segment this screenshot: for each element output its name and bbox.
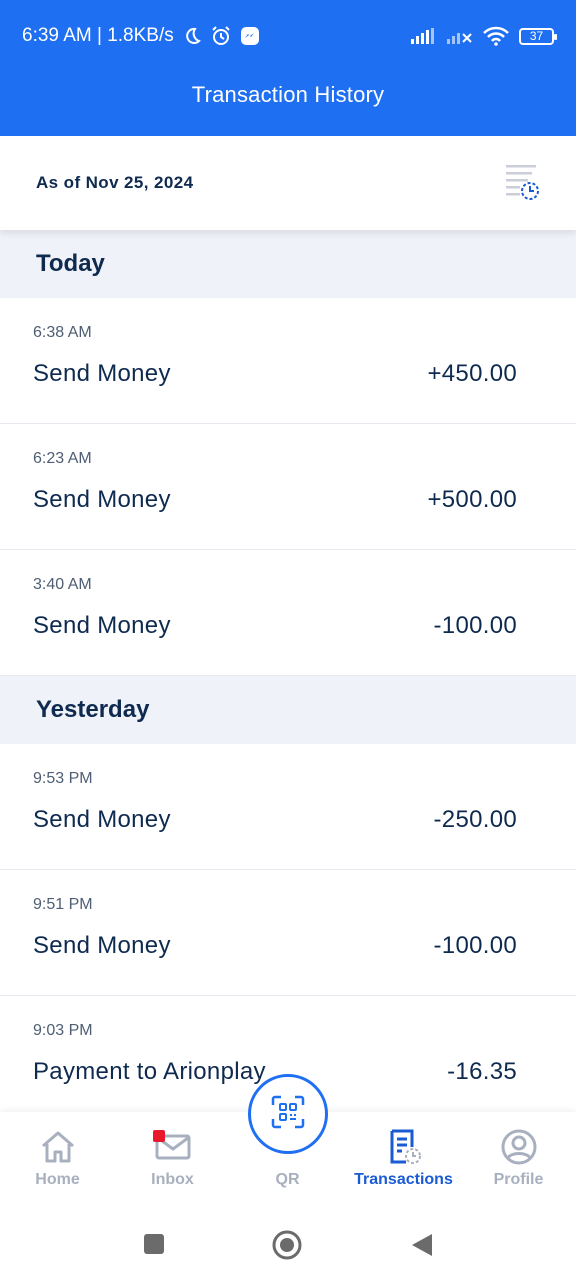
alarm-icon bbox=[210, 25, 232, 47]
inbox-unread-badge bbox=[153, 1130, 165, 1142]
transaction-row[interactable]: 9:51 PM Send Money -100.00 bbox=[0, 870, 576, 996]
transaction-time: 9:53 PM bbox=[33, 770, 93, 787]
recents-button[interactable] bbox=[142, 1232, 166, 1261]
page-title: Transaction History bbox=[191, 82, 385, 107]
transaction-time: 9:03 PM bbox=[33, 1022, 93, 1039]
transaction-name: Send Money bbox=[33, 360, 171, 387]
as-of-bar: As of Nov 25, 2024 bbox=[0, 136, 576, 230]
signal-x-icon bbox=[447, 28, 473, 44]
transaction-amount: +500.00 bbox=[427, 486, 517, 513]
transaction-amount: -100.00 bbox=[433, 612, 517, 639]
transaction-time: 6:23 AM bbox=[33, 450, 92, 467]
transaction-row[interactable]: 9:53 PM Send Money -250.00 bbox=[0, 744, 576, 870]
transaction-time: 6:38 AM bbox=[33, 324, 92, 341]
battery-level: 37 bbox=[529, 29, 544, 43]
moon-icon bbox=[182, 26, 202, 46]
profile-icon bbox=[500, 1128, 538, 1166]
as-of-date: As of Nov 25, 2024 bbox=[36, 173, 194, 192]
status-bar: 6:39 AM | 1.8KB/s 37 bbox=[22, 22, 557, 50]
nav-profile[interactable]: Profile bbox=[461, 1112, 576, 1208]
nav-profile-label: Profile bbox=[493, 1171, 544, 1188]
nav-inbox[interactable]: Inbox bbox=[115, 1112, 230, 1208]
nav-transactions[interactable]: Transactions bbox=[346, 1112, 461, 1208]
messenger-icon bbox=[240, 26, 260, 46]
transaction-amount: -100.00 bbox=[433, 932, 517, 959]
transaction-row[interactable]: 6:23 AM Send Money +500.00 bbox=[0, 424, 576, 550]
transaction-time: 9:51 PM bbox=[33, 896, 93, 913]
transaction-list: Today 6:38 AM Send Money +450.00 6:23 AM… bbox=[0, 230, 576, 1112]
transaction-name: Send Money bbox=[33, 486, 171, 513]
wifi-icon bbox=[483, 26, 509, 46]
app-header: 6:39 AM | 1.8KB/s 37 Transaction History bbox=[0, 0, 576, 136]
back-button[interactable] bbox=[410, 1232, 434, 1263]
nav-qr-label: QR bbox=[275, 1171, 300, 1188]
transactions-icon bbox=[385, 1128, 423, 1166]
home-icon bbox=[39, 1128, 77, 1166]
home-button[interactable] bbox=[272, 1230, 302, 1265]
transaction-time: 3:40 AM bbox=[33, 576, 92, 593]
transaction-name: Send Money bbox=[33, 806, 171, 833]
transaction-amount: +450.00 bbox=[427, 360, 517, 387]
nav-home[interactable]: Home bbox=[0, 1112, 115, 1208]
qr-scan-icon bbox=[271, 1095, 305, 1134]
battery-icon: 37 bbox=[519, 27, 557, 45]
transaction-row[interactable]: 3:40 AM Send Money -100.00 bbox=[0, 550, 576, 676]
nav-transactions-label: Transactions bbox=[354, 1171, 453, 1188]
status-time-speed: 6:39 AM | 1.8KB/s bbox=[22, 25, 174, 46]
signal-icon bbox=[411, 28, 437, 44]
transaction-amount: -250.00 bbox=[433, 806, 517, 833]
transaction-name: Send Money bbox=[33, 932, 171, 959]
section-header-today: Today bbox=[0, 230, 576, 298]
transaction-name: Payment to Arionplay bbox=[33, 1058, 266, 1085]
history-filter-icon[interactable] bbox=[502, 163, 542, 203]
qr-scan-button[interactable] bbox=[248, 1074, 328, 1154]
nav-inbox-label: Inbox bbox=[151, 1171, 194, 1188]
transaction-amount: -16.35 bbox=[447, 1058, 517, 1085]
section-header-yesterday: Yesterday bbox=[0, 676, 576, 744]
system-nav-bar bbox=[0, 1208, 576, 1280]
transaction-name: Send Money bbox=[33, 612, 171, 639]
transaction-row[interactable]: 6:38 AM Send Money +450.00 bbox=[0, 298, 576, 424]
nav-home-label: Home bbox=[35, 1171, 80, 1188]
